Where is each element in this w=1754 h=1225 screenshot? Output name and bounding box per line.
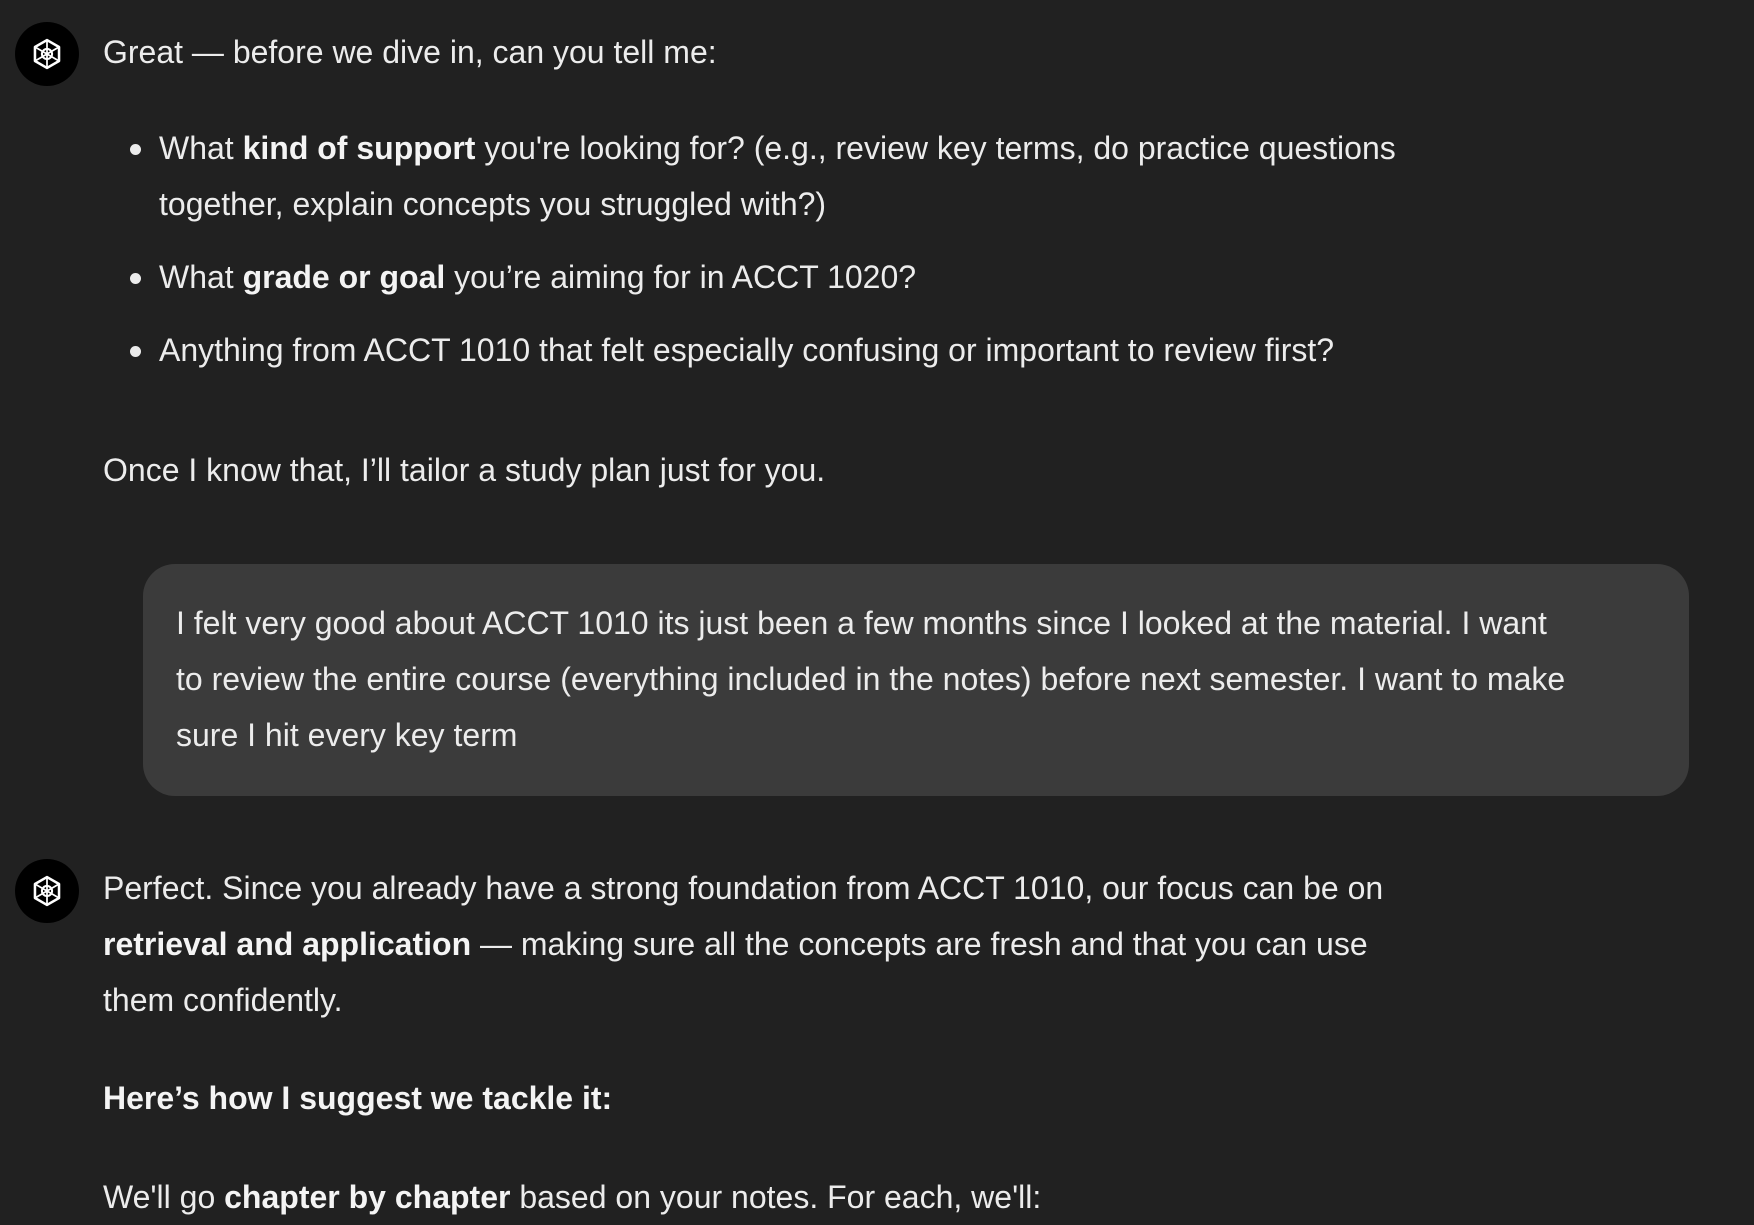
message-outro: Once I know that, I’ll tailor a study pl… (103, 452, 826, 488)
assistant-avatar (15, 859, 79, 923)
user-message-line: sure I hit every key term (176, 717, 518, 753)
list-item: What kind of support you're looking for?… (103, 120, 1503, 232)
list-item: What grade or goal you’re aiming for in … (103, 249, 1503, 305)
message-intro: Great — before we dive in, can you tell … (103, 34, 717, 70)
message-paragraph: We'll go chapter by chapter based on you… (103, 1179, 1042, 1215)
message-paragraph: Perfect. Since you already have a strong… (103, 870, 1384, 906)
list-item: Anything from ACCT 1010 that felt especi… (103, 322, 1503, 378)
section-heading: Here’s how I suggest we tackle it: (103, 1080, 613, 1116)
assistant-message: Perfect. Since you already have a strong… (103, 860, 1503, 1225)
assistant-message: Great — before we dive in, can you tell … (103, 24, 1503, 498)
openai-logo-icon (33, 38, 61, 70)
openai-logo-icon (33, 875, 61, 907)
user-message-line: to review the entire course (everything … (176, 661, 1566, 697)
user-message-line: I felt very good about ACCT 1010 its jus… (176, 605, 1547, 641)
question-list: What kind of support you're looking for?… (103, 120, 1503, 378)
assistant-avatar (15, 22, 79, 86)
user-message-bubble: I felt very good about ACCT 1010 its jus… (143, 564, 1689, 796)
